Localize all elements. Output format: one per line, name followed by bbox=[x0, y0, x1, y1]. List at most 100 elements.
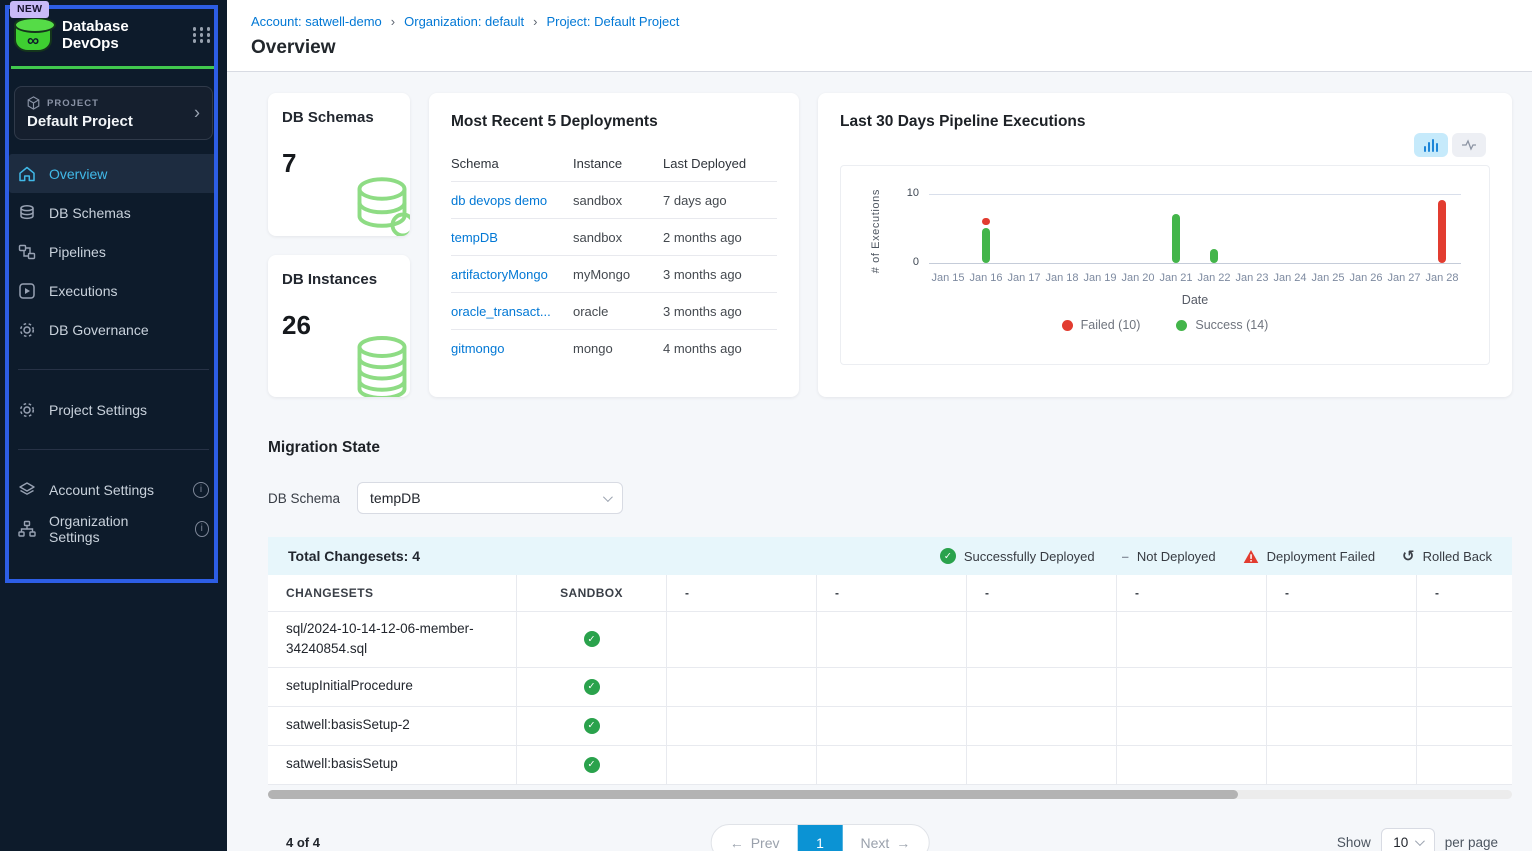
bar-column bbox=[1309, 195, 1347, 263]
instance-cell: oracle bbox=[573, 304, 663, 319]
scrollbar-thumb[interactable] bbox=[268, 790, 1238, 799]
success-bar bbox=[1172, 214, 1180, 263]
main-area: Account: satwell-demo › Organization: de… bbox=[227, 0, 1532, 851]
table-row: satwell:basisSetup-2 ✓ bbox=[268, 707, 1512, 746]
deployments-header-row: Schema Instance Last Deployed bbox=[451, 145, 777, 182]
col-sandbox: SANDBOX bbox=[517, 575, 667, 611]
changeset-name: satwell:basisSetup bbox=[268, 746, 517, 784]
app-grid-menu-icon[interactable] bbox=[193, 27, 212, 43]
col-dash: - bbox=[817, 575, 967, 611]
legend-label: Success (14) bbox=[1195, 318, 1268, 332]
legend-label: Not Deployed bbox=[1137, 549, 1216, 564]
sidebar-item-label: Overview bbox=[49, 166, 107, 182]
db-schemas-card: DB Schemas 7 bbox=[268, 93, 410, 236]
success-bar bbox=[982, 228, 990, 263]
x-tick-label: Jan 19 bbox=[1081, 272, 1119, 284]
schema-link[interactable]: artifactoryMongo bbox=[451, 267, 548, 282]
page-1-button[interactable]: 1 bbox=[798, 825, 843, 851]
col-dash: - bbox=[1117, 575, 1267, 611]
legend-label: Deployment Failed bbox=[1267, 549, 1375, 564]
table-row: oracle_transact... oracle 3 months ago bbox=[451, 293, 777, 330]
legend-label: Successfully Deployed bbox=[964, 549, 1095, 564]
chart-panel: # of Executions 10 0 Jan 15Jan 16Jan 17J… bbox=[840, 165, 1490, 365]
show-label: Show bbox=[1337, 835, 1371, 850]
breadcrumb-organization-link[interactable]: Organization: default bbox=[404, 14, 524, 29]
gear-icon bbox=[18, 321, 36, 339]
cube-icon bbox=[27, 96, 40, 110]
chart-y-axis-label: # of Executions bbox=[869, 176, 883, 286]
bar-chart-toggle-icon[interactable] bbox=[1414, 133, 1448, 157]
sidebar-item-account-settings[interactable]: Account Settings i bbox=[9, 470, 218, 509]
sidebar-item-db-schemas[interactable]: DB Schemas bbox=[9, 193, 218, 232]
sidebar-item-pipelines[interactable]: Pipelines bbox=[9, 232, 218, 271]
sidebar-item-executions[interactable]: Executions bbox=[9, 271, 218, 310]
app-logo-icon: ∞ bbox=[14, 19, 52, 52]
x-tick-label: Jan 15 bbox=[929, 272, 967, 284]
migration-table-header-bar: Total Changesets: 4 ✓ Successfully Deplo… bbox=[268, 537, 1512, 575]
sidebar-item-project-settings[interactable]: Project Settings bbox=[9, 390, 218, 429]
info-icon[interactable]: i bbox=[193, 482, 209, 498]
sidebar-item-label: DB Schemas bbox=[49, 205, 131, 221]
horizontal-scrollbar[interactable] bbox=[268, 790, 1512, 799]
db-schema-select[interactable]: tempDB bbox=[357, 482, 623, 514]
x-tick-label: Jan 21 bbox=[1157, 272, 1195, 284]
table-row: gitmongo mongo 4 months ago bbox=[451, 330, 777, 367]
sidebar-item-overview[interactable]: Overview bbox=[9, 154, 218, 193]
dash-icon: – bbox=[1122, 549, 1129, 564]
info-icon[interactable]: i bbox=[195, 521, 210, 537]
breadcrumb-separator-icon: › bbox=[391, 14, 395, 29]
bar-column bbox=[1157, 195, 1195, 263]
db-instances-card: DB Instances 26 bbox=[268, 255, 410, 398]
breadcrumb-project-link[interactable]: Project: Default Project bbox=[546, 14, 679, 29]
org-chart-gear-icon bbox=[18, 520, 36, 538]
x-tick-label: Jan 27 bbox=[1385, 272, 1423, 284]
legend-rolled-back: ↺ Rolled Back bbox=[1402, 547, 1492, 565]
chart-xlabels: Jan 15Jan 16Jan 17Jan 18Jan 19Jan 20Jan … bbox=[929, 272, 1461, 284]
col-dash: - bbox=[967, 575, 1117, 611]
schema-link[interactable]: oracle_transact... bbox=[451, 304, 551, 319]
schema-link[interactable]: tempDB bbox=[451, 230, 498, 245]
schema-link[interactable]: gitmongo bbox=[451, 341, 504, 356]
breadcrumb-account-link[interactable]: Account: satwell-demo bbox=[251, 14, 382, 29]
content: DB Schemas 7 DB Instances 26 Most Recent… bbox=[227, 72, 1532, 851]
instance-cell: myMongo bbox=[573, 267, 663, 282]
home-icon bbox=[18, 165, 36, 183]
last-deployed-cell: 3 months ago bbox=[663, 304, 777, 319]
col-schema: Schema bbox=[451, 156, 573, 171]
layers-gear-icon bbox=[18, 481, 36, 499]
x-tick-label: Jan 18 bbox=[1043, 272, 1081, 284]
green-divider bbox=[11, 66, 216, 69]
bar-column bbox=[929, 195, 967, 263]
project-selector[interactable]: PROJECT Default Project › bbox=[14, 86, 213, 140]
pager: ← Prev 1 Next → bbox=[711, 824, 930, 851]
instance-cell: sandbox bbox=[573, 230, 663, 245]
line-chart-toggle-icon[interactable] bbox=[1452, 133, 1486, 157]
play-square-icon bbox=[18, 282, 36, 300]
x-tick-label: Jan 20 bbox=[1119, 272, 1157, 284]
sidebar-item-organization-settings[interactable]: Organization Settings i bbox=[9, 509, 218, 548]
bar-column bbox=[1271, 195, 1309, 263]
next-button[interactable]: Next → bbox=[843, 825, 929, 851]
sidebar-item-label: Executions bbox=[49, 283, 117, 299]
failed-dot-icon bbox=[1062, 320, 1073, 331]
check-circle-icon: ✓ bbox=[584, 631, 600, 647]
recent-deployments-card: Most Recent 5 Deployments Schema Instanc… bbox=[429, 93, 799, 397]
legend-deployment-failed: Deployment Failed bbox=[1243, 549, 1375, 564]
database-icon bbox=[18, 204, 36, 222]
bar-column bbox=[1043, 195, 1081, 263]
y-tick-0: 0 bbox=[893, 256, 919, 268]
pipeline-executions-card: Last 30 Days Pipeline Executions # of Ex… bbox=[818, 93, 1512, 397]
sidebar-item-db-governance[interactable]: DB Governance bbox=[9, 310, 218, 349]
col-dash: - bbox=[1267, 575, 1417, 611]
rollback-arrow-icon: ↺ bbox=[1402, 547, 1415, 565]
y-tick-10: 10 bbox=[893, 187, 919, 199]
next-label: Next bbox=[861, 835, 890, 851]
schema-link[interactable]: db devops demo bbox=[451, 193, 547, 208]
prev-button[interactable]: ← Prev bbox=[712, 825, 798, 851]
migration-table: CHANGESETS SANDBOX - - - - - - sql/2024-… bbox=[268, 575, 1512, 785]
page-size-select[interactable]: 10 bbox=[1381, 828, 1435, 851]
legend-item-success: Success (14) bbox=[1176, 318, 1268, 332]
recent-deployments-table: Schema Instance Last Deployed db devops … bbox=[451, 145, 777, 367]
col-dash: - bbox=[667, 575, 817, 611]
pagination-count: 4 of 4 bbox=[286, 835, 320, 850]
